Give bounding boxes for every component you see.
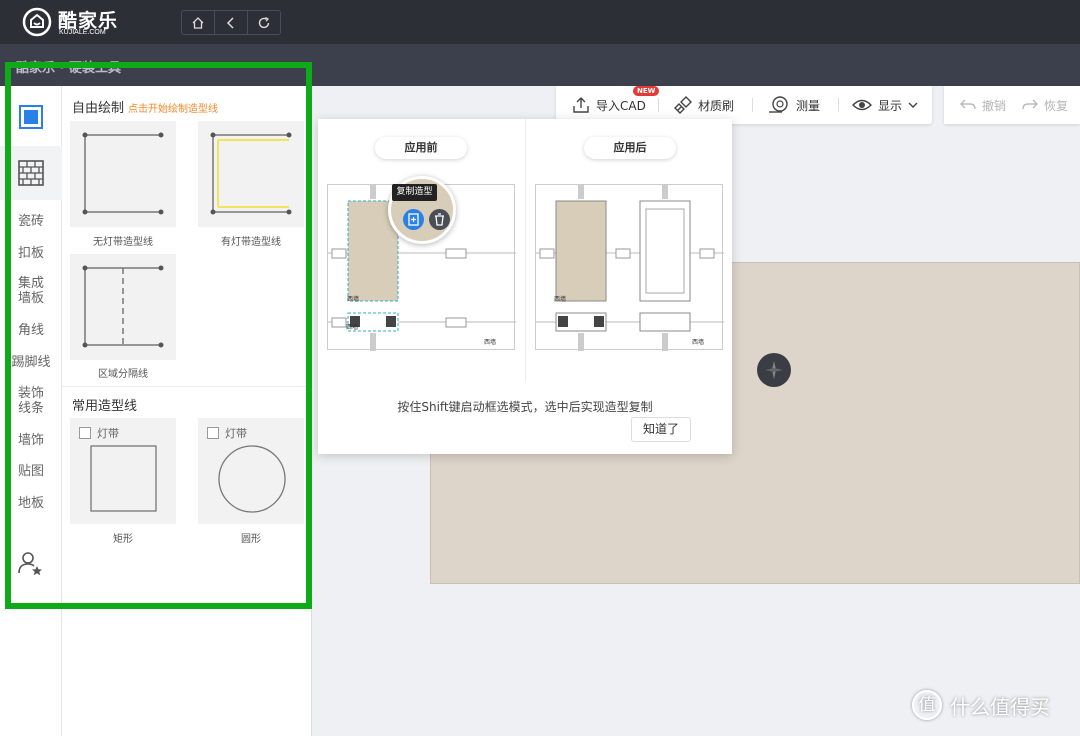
chevron-left-icon bbox=[226, 16, 234, 29]
undo-icon bbox=[960, 99, 976, 110]
popup-divider bbox=[525, 119, 526, 381]
toolbar-separator bbox=[658, 98, 659, 112]
new-badge: NEW bbox=[633, 86, 660, 96]
measure-button[interactable]: 测量 bbox=[768, 86, 820, 124]
chevron-down-icon bbox=[908, 102, 918, 108]
got-it-button[interactable]: 知道了 bbox=[631, 417, 691, 442]
nav-button-group bbox=[181, 10, 281, 35]
delete-shape-button[interactable] bbox=[429, 209, 450, 230]
watermark-icon: 值 bbox=[912, 690, 942, 720]
plan-tag: 西墙 bbox=[347, 296, 360, 303]
toolbar-label: 恢复 bbox=[1044, 98, 1069, 113]
toolbar-separator bbox=[752, 98, 753, 112]
back-button[interactable] bbox=[214, 11, 247, 34]
copy-icon bbox=[408, 213, 419, 226]
site-watermark: 值 什么值得买 bbox=[912, 690, 1050, 720]
plan-tag: 西墙 bbox=[484, 339, 497, 346]
toolbar-label: 显示 bbox=[878, 98, 903, 113]
after-plan-image: 西墙 西墙 bbox=[535, 184, 724, 351]
home-icon bbox=[192, 16, 204, 29]
redo-icon bbox=[1022, 99, 1038, 110]
eye-icon bbox=[852, 99, 872, 111]
highlight-box bbox=[5, 62, 312, 609]
trash-icon bbox=[435, 213, 444, 226]
tape-measure-icon bbox=[769, 96, 788, 113]
kujiale-logo-icon[interactable] bbox=[22, 7, 52, 37]
top-bar: 酷家乐 KUJIALE.COM bbox=[0, 0, 1080, 44]
compass-needle bbox=[765, 361, 783, 379]
guide-description: 按住Shift键启动框选模式，选中后实现造型复制 bbox=[397, 400, 653, 414]
refresh-button[interactable] bbox=[247, 11, 280, 34]
home-button[interactable] bbox=[182, 11, 214, 34]
undo-button[interactable]: 撤销 bbox=[960, 86, 1006, 124]
toolbar-label: 材质刷 bbox=[698, 98, 735, 113]
toolbar-label: 测量 bbox=[796, 98, 821, 113]
brush-icon bbox=[674, 96, 692, 114]
plan-tag: 西墙 bbox=[692, 339, 705, 346]
copy-shape-button[interactable] bbox=[403, 209, 424, 230]
toolbar-label: 导入CAD bbox=[596, 98, 646, 113]
after-plan-drawing bbox=[536, 185, 724, 351]
toolbar-label: 撤销 bbox=[982, 98, 1007, 113]
before-label: 应用前 bbox=[375, 137, 467, 159]
plan-tag: 西墙 bbox=[346, 324, 359, 331]
copy-shape-tooltip: 复制造型 bbox=[392, 184, 437, 201]
display-dropdown[interactable]: 显示 bbox=[852, 86, 924, 124]
copy-shape-guide-popup: 应用前 应用后 西墙 西墙 西墙 西墙 西墙 按住Shift键启动框选模式，选中… bbox=[318, 119, 732, 454]
history-toolbar: 撤销 恢复 bbox=[944, 86, 1080, 124]
redo-button[interactable]: 恢复 bbox=[1022, 86, 1068, 124]
toolbar-separator bbox=[838, 98, 839, 112]
watermark-text: 什么值得买 bbox=[950, 694, 1050, 719]
compass-icon[interactable] bbox=[757, 353, 791, 387]
refresh-icon bbox=[258, 16, 270, 28]
after-label: 应用后 bbox=[584, 137, 676, 159]
plan-tag: 西墙 bbox=[554, 296, 567, 303]
upload-icon bbox=[573, 97, 589, 113]
logo-subtext: KUJIALE.COM bbox=[59, 29, 106, 36]
